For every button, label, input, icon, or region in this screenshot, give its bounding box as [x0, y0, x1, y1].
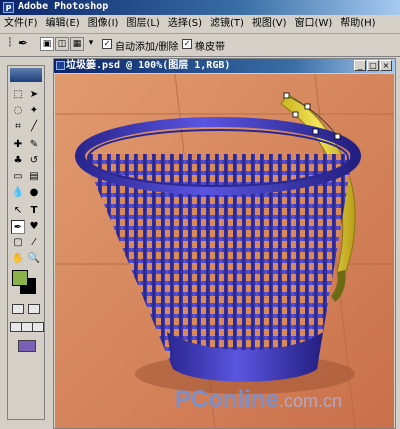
photoshop-icon: P: [3, 2, 14, 13]
menu-image[interactable]: 图像(I): [84, 15, 123, 33]
menu-layer[interactable]: 图层(L): [122, 15, 163, 33]
menu-window[interactable]: 窗口(W): [291, 15, 337, 33]
crop-tool-icon[interactable]: ⌗: [11, 120, 25, 134]
gradient-tool-icon[interactable]: ▤: [27, 170, 41, 184]
type-tool-icon[interactable]: T: [27, 204, 41, 218]
minimize-button[interactable]: _: [354, 60, 366, 71]
document-canvas[interactable]: PConline.com.cn: [55, 74, 394, 428]
pconline-watermark: PConline.com.cn: [175, 386, 342, 414]
close-button[interactable]: ×: [380, 60, 392, 71]
watermark-main: PConline: [175, 386, 280, 413]
pen-tool-icon[interactable]: ✒: [16, 37, 30, 51]
marquee-tool-icon[interactable]: ⬚: [11, 88, 25, 102]
clone-stamp-tool-icon[interactable]: ♣: [11, 154, 25, 168]
history-brush-tool-icon[interactable]: ↺: [27, 154, 41, 168]
dodge-tool-icon[interactable]: ●: [27, 186, 41, 200]
document-title-bar: 垃圾篓.psd @ 100%(图层 1,RGB) _ □ ×: [54, 59, 395, 73]
path-selection-tool-icon[interactable]: ↖: [11, 204, 25, 218]
maximize-button[interactable]: □: [367, 60, 379, 71]
quick-mask-mode-icon[interactable]: [28, 304, 40, 314]
magic-wand-tool-icon[interactable]: ✦: [27, 104, 41, 118]
options-bar: ┆ ✒ ▣ ◫ ▦ ▾ ✓ 自动添加/删除 ✓ 橡皮带: [0, 34, 400, 57]
screen-mode-full-icon[interactable]: [32, 322, 44, 332]
auto-add-delete-label: 自动添加/删除: [115, 42, 179, 53]
shape-layers-button[interactable]: ▣: [40, 37, 54, 51]
toolbox: ⬚ ➤ ◌ ✦ ⌗ ╱ ✚ ✎ ♣ ↺ ▭ ▤ 💧 ● ↖ T ✒ ♥ ▢ ⁄ …: [7, 65, 45, 420]
hand-tool-icon[interactable]: ✋: [11, 252, 25, 266]
menu-edit[interactable]: 编辑(E): [42, 15, 84, 33]
lasso-tool-icon[interactable]: ◌: [11, 104, 25, 118]
notes-tool-icon[interactable]: ▢: [11, 236, 25, 250]
menu-select[interactable]: 选择(S): [164, 15, 206, 33]
menu-view[interactable]: 视图(V): [248, 15, 291, 33]
title-bar: P Adobe Photoshop: [0, 0, 400, 15]
slice-tool-icon[interactable]: ╱: [27, 120, 41, 134]
custom-shape-tool-icon[interactable]: ♥: [27, 220, 41, 234]
paths-button[interactable]: ◫: [55, 37, 69, 51]
menu-filter[interactable]: 滤镜(T): [206, 15, 248, 33]
document-title: 垃圾篓.psd @ 100%(图层 1,RGB): [66, 60, 231, 71]
auto-add-delete-checkbox[interactable]: ✓: [102, 39, 112, 49]
eraser-tool-icon[interactable]: ▭: [11, 170, 25, 184]
fill-pixels-button[interactable]: ▦: [70, 37, 84, 51]
rubber-band-label: 橡皮带: [195, 42, 225, 53]
watermark-sub: .com.cn: [279, 391, 343, 411]
rubber-band-checkbox[interactable]: ✓: [182, 39, 192, 49]
menu-help[interactable]: 帮助(H): [336, 15, 379, 33]
pen-tool-icon-selected[interactable]: ✒: [11, 220, 25, 234]
zoom-tool-icon[interactable]: 🔍: [27, 252, 41, 266]
menu-bar: 文件(F) 编辑(E) 图像(I) 图层(L) 选择(S) 滤镜(T) 视图(V…: [0, 15, 400, 34]
menu-file[interactable]: 文件(F): [0, 15, 42, 33]
document-icon: [56, 61, 65, 70]
move-tool-icon[interactable]: ➤: [27, 88, 41, 102]
healing-brush-tool-icon[interactable]: ✚: [11, 138, 25, 152]
options-arrow-icon[interactable]: ▾: [84, 37, 98, 51]
toolbox-header-icon[interactable]: [10, 68, 42, 82]
brush-tool-icon[interactable]: ✎: [27, 138, 41, 152]
app-title: Adobe Photoshop: [18, 1, 109, 12]
gripper-icon: ┆: [7, 38, 13, 48]
eyedropper-tool-icon[interactable]: ⁄: [27, 236, 41, 250]
standard-mode-icon[interactable]: [12, 304, 24, 314]
canvas-artwork: [55, 74, 394, 428]
document-window: 垃圾篓.psd @ 100%(图层 1,RGB) _ □ × PConline.…: [53, 58, 396, 429]
foreground-color-swatch[interactable]: [12, 270, 28, 286]
jump-to-imageready-icon[interactable]: [18, 340, 36, 352]
blur-tool-icon[interactable]: 💧: [11, 186, 25, 200]
